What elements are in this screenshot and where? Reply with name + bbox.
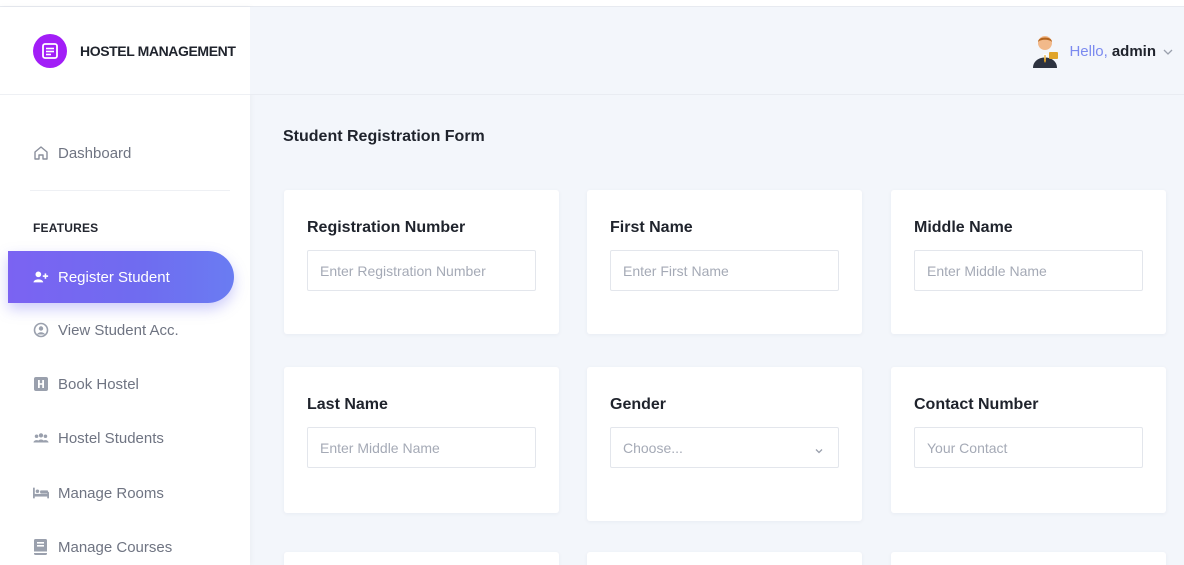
field-card-partial: [284, 552, 559, 565]
field-label: Gender: [610, 396, 667, 413]
chevron-down-icon: [814, 443, 824, 454]
sidebar-item-dashboard[interactable]: Dashboard: [8, 127, 234, 179]
sidebar-section-label: FEATURES: [33, 221, 99, 235]
users-icon: [33, 430, 49, 446]
book-icon: [33, 539, 49, 555]
avatar: [1030, 34, 1060, 68]
field-card-contact-number: Contact Number: [891, 367, 1166, 513]
field-label: Middle Name: [914, 219, 1013, 236]
field-card-partial: [587, 552, 862, 565]
sidebar-item-label: Manage Courses: [58, 538, 173, 556]
sidebar-item-label: Hostel Students: [58, 429, 164, 447]
brand-name: HOSTEL MANAGEMENT: [80, 42, 236, 59]
sidebar-item-book-hostel[interactable]: Book Hostel: [8, 358, 234, 410]
field-label: Contact Number: [914, 396, 1039, 413]
top-header: Hello, admin: [250, 7, 1184, 95]
username: admin: [1111, 42, 1156, 60]
field-card-first-name: First Name: [587, 190, 862, 334]
field-card-registration-number: Registration Number: [284, 190, 559, 334]
sidebar-divider: [30, 190, 230, 191]
bed-icon: [33, 485, 49, 501]
sidebar-item-hostel-students[interactable]: Hostel Students: [8, 412, 234, 464]
user-plus-icon: [33, 269, 49, 285]
page-title: Student Registration Form: [283, 128, 485, 145]
first-name-input[interactable]: [610, 250, 839, 291]
sidebar-item-manage-rooms[interactable]: Manage Rooms: [8, 467, 234, 519]
sidebar-item-register-student[interactable]: Register Student: [8, 251, 234, 303]
brand-logo-icon: [33, 33, 67, 68]
middle-name-input[interactable]: [914, 250, 1143, 291]
sidebar-item-label: View Student Acc.: [58, 321, 179, 339]
field-label: First Name: [610, 219, 693, 236]
sidebar-item-label: Dashboard: [58, 144, 132, 162]
brand[interactable]: HOSTEL MANAGEMENT: [0, 7, 250, 95]
sidebar-item-label: Register Student: [58, 268, 170, 286]
registration-number-input[interactable]: [307, 250, 536, 291]
field-card-middle-name: Middle Name: [891, 190, 1166, 334]
sidebar-item-label: Book Hostel: [58, 375, 139, 393]
home-icon: [33, 145, 49, 161]
sidebar-item-view-student-acc[interactable]: View Student Acc.: [8, 304, 234, 356]
field-label: Last Name: [307, 396, 388, 413]
field-card-last-name: Last Name: [284, 367, 559, 513]
sidebar-item-label: Manage Rooms: [58, 484, 164, 502]
gender-select-value: Choose...: [623, 439, 683, 456]
window-top-edge: [0, 0, 1184, 7]
sidebar-item-manage-courses[interactable]: Manage Courses: [8, 521, 234, 565]
greeting-text: Hello,: [1069, 42, 1108, 60]
last-name-input[interactable]: [307, 427, 536, 468]
user-circle-icon: [33, 322, 49, 338]
field-card-partial: [891, 552, 1166, 565]
user-menu[interactable]: Hello, admin: [1030, 33, 1174, 69]
hostel-icon: [33, 376, 49, 392]
contact-number-input[interactable]: [914, 427, 1143, 468]
field-label: Registration Number: [307, 219, 466, 236]
sidebar: HOSTEL MANAGEMENT Dashboard FEATURES Reg…: [0, 7, 250, 565]
gender-select[interactable]: Choose...: [610, 427, 839, 468]
chevron-down-icon: [1162, 45, 1174, 57]
field-card-gender: Gender Choose...: [587, 367, 862, 521]
